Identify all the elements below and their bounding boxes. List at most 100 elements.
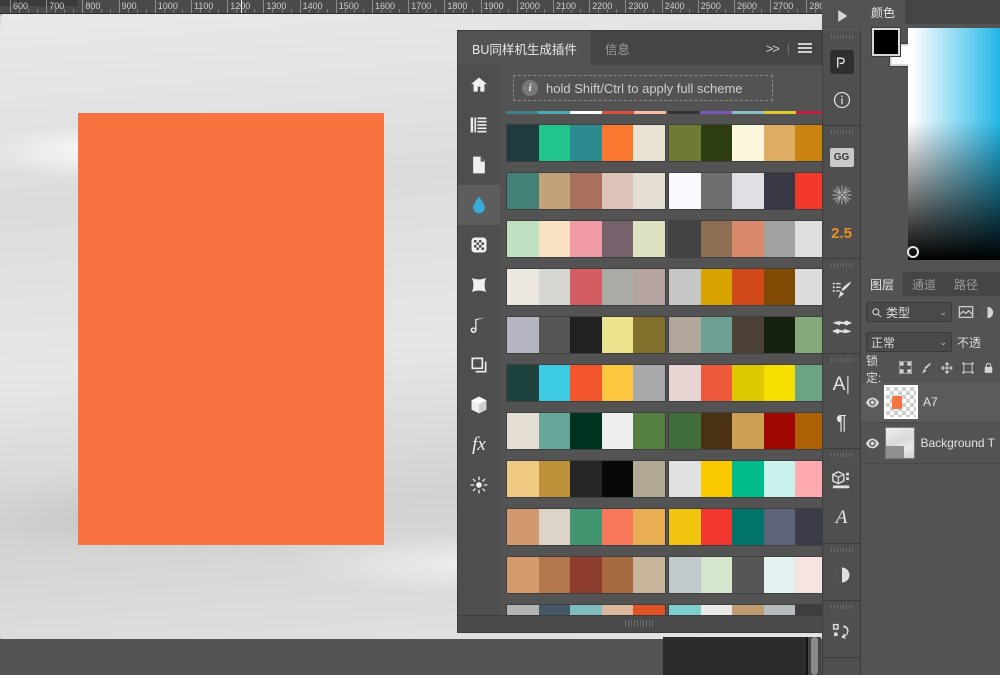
color-swatch[interactable] (669, 413, 701, 449)
color-swatch[interactable] (538, 509, 571, 545)
color-scheme-swatch[interactable] (506, 556, 666, 594)
layer-filter-row[interactable]: 类型 ⌄ (861, 296, 1000, 328)
tab-paths[interactable]: 路径 (945, 272, 987, 296)
color-swatch[interactable] (795, 269, 822, 305)
square-stack-icon[interactable] (458, 345, 500, 385)
chevron-down-icon[interactable]: ⌄ (939, 307, 947, 318)
color-swatch[interactable] (601, 317, 634, 353)
group-grip[interactable] (830, 453, 853, 457)
color-swatch[interactable] (601, 173, 634, 209)
color-swatch[interactable] (668, 111, 700, 114)
color-swatch[interactable] (669, 317, 701, 353)
brush-presets-icon[interactable] (823, 271, 860, 309)
color-swatch[interactable] (700, 413, 733, 449)
color-swatch[interactable] (732, 509, 764, 545)
layer-row[interactable]: A7 (861, 382, 1000, 423)
info-circle-icon[interactable] (823, 81, 860, 119)
color-swatch[interactable] (601, 509, 634, 545)
color-spectrum-field[interactable] (907, 28, 1000, 260)
color-swatch[interactable] (763, 317, 796, 353)
color-scheme-swatch[interactable] (668, 316, 822, 354)
3d-panel-icon[interactable] (823, 461, 860, 499)
artboard-lock-icon[interactable] (961, 361, 975, 378)
color-swatch[interactable] (507, 557, 539, 593)
plugin-tool-rail[interactable]: fx (458, 65, 500, 632)
pillow-icon[interactable] (458, 265, 500, 305)
color-swatch[interactable] (633, 509, 665, 545)
color-swatch[interactable] (570, 221, 602, 257)
color-scheme-swatch[interactable] (668, 364, 822, 402)
color-swatch[interactable] (633, 125, 665, 161)
color-swatch[interactable] (732, 269, 764, 305)
color-swatch[interactable] (507, 365, 539, 401)
color-swatch[interactable] (763, 557, 796, 593)
layer-list[interactable]: A7 Background T (861, 382, 1000, 464)
color-swatch[interactable] (538, 365, 571, 401)
color-swatch[interactable] (507, 173, 539, 209)
color-swatch[interactable] (795, 125, 822, 161)
transparent-pixels-lock-icon[interactable] (898, 360, 913, 377)
color-swatch[interactable] (795, 461, 822, 497)
color-swatch[interactable] (633, 317, 665, 353)
color-scheme-swatch[interactable] (668, 268, 822, 306)
color-swatch[interactable] (732, 461, 764, 497)
color-swatch[interactable] (700, 125, 733, 161)
expand-chevron-icon[interactable]: >> (766, 41, 780, 56)
fabric-roll-icon[interactable] (458, 305, 500, 345)
color-picker-cursor[interactable] (907, 246, 919, 258)
color-swatch[interactable] (669, 269, 701, 305)
color-scheme-swatch[interactable] (668, 220, 822, 258)
character-panel-icon[interactable]: A| (823, 366, 860, 404)
color-swatch[interactable] (570, 365, 602, 401)
color-swatch[interactable] (732, 413, 764, 449)
color-swatch[interactable] (700, 509, 733, 545)
color-swatch[interactable] (538, 317, 571, 353)
color-swatch[interactable] (763, 125, 796, 161)
color-swatch[interactable] (732, 221, 764, 257)
color-swatch[interactable] (763, 461, 796, 497)
color-swatch[interactable] (732, 125, 764, 161)
color-swatch[interactable] (601, 557, 634, 593)
color-swatch[interactable] (538, 413, 571, 449)
color-swatch[interactable] (634, 111, 666, 114)
color-swatch[interactable] (602, 111, 634, 114)
color-scheme-swatch[interactable] (506, 316, 666, 354)
color-swatch[interactable] (633, 557, 665, 593)
color-swatch[interactable] (601, 125, 634, 161)
horizontal-ruler[interactable]: 6007008009001000110012001300140015001600… (0, 0, 862, 14)
color-swatch[interactable] (633, 461, 665, 497)
position-lock-icon[interactable] (940, 361, 954, 378)
color-scheme-swatch[interactable] (506, 172, 666, 210)
hamburger-menu-icon[interactable] (798, 41, 812, 55)
lock-all-icon[interactable] (982, 361, 995, 378)
color-swatch[interactable] (538, 269, 571, 305)
gg-badge-icon[interactable]: GG (823, 138, 860, 176)
sunburst-icon[interactable] (823, 176, 860, 214)
group-grip[interactable] (830, 605, 853, 609)
color-swatch[interactable] (763, 221, 796, 257)
color-swatch[interactable] (669, 221, 701, 257)
color-scheme-swatch[interactable] (506, 268, 666, 306)
color-swatch[interactable] (732, 365, 764, 401)
color-swatch[interactable] (538, 557, 571, 593)
color-swatch[interactable] (601, 365, 634, 401)
checker-pattern-icon[interactable] (458, 225, 500, 265)
color-scheme-swatch[interactable] (506, 220, 666, 258)
color-swatch[interactable] (796, 111, 822, 114)
color-swatch[interactable] (669, 125, 701, 161)
group-grip[interactable] (830, 358, 853, 362)
color-swatch[interactable] (763, 269, 796, 305)
color-swatch[interactable] (732, 317, 764, 353)
color-swatch[interactable] (700, 173, 733, 209)
color-scheme-swatch[interactable] (506, 460, 666, 498)
color-swatch[interactable] (570, 317, 602, 353)
tab-bu-plugin[interactable]: BU同样机生成插件 (458, 31, 591, 65)
color-scheme-swatch[interactable] (506, 111, 666, 114)
color-scheme-swatch[interactable] (668, 124, 822, 162)
blend-mode-select[interactable]: 正常 ⌄ (866, 332, 952, 352)
layer-lock-row[interactable]: 锁定: (861, 354, 1000, 385)
color-swatch[interactable] (570, 125, 602, 161)
color-swatch[interactable] (601, 269, 634, 305)
color-swatch[interactable] (570, 509, 602, 545)
color-swatch[interactable] (538, 125, 571, 161)
